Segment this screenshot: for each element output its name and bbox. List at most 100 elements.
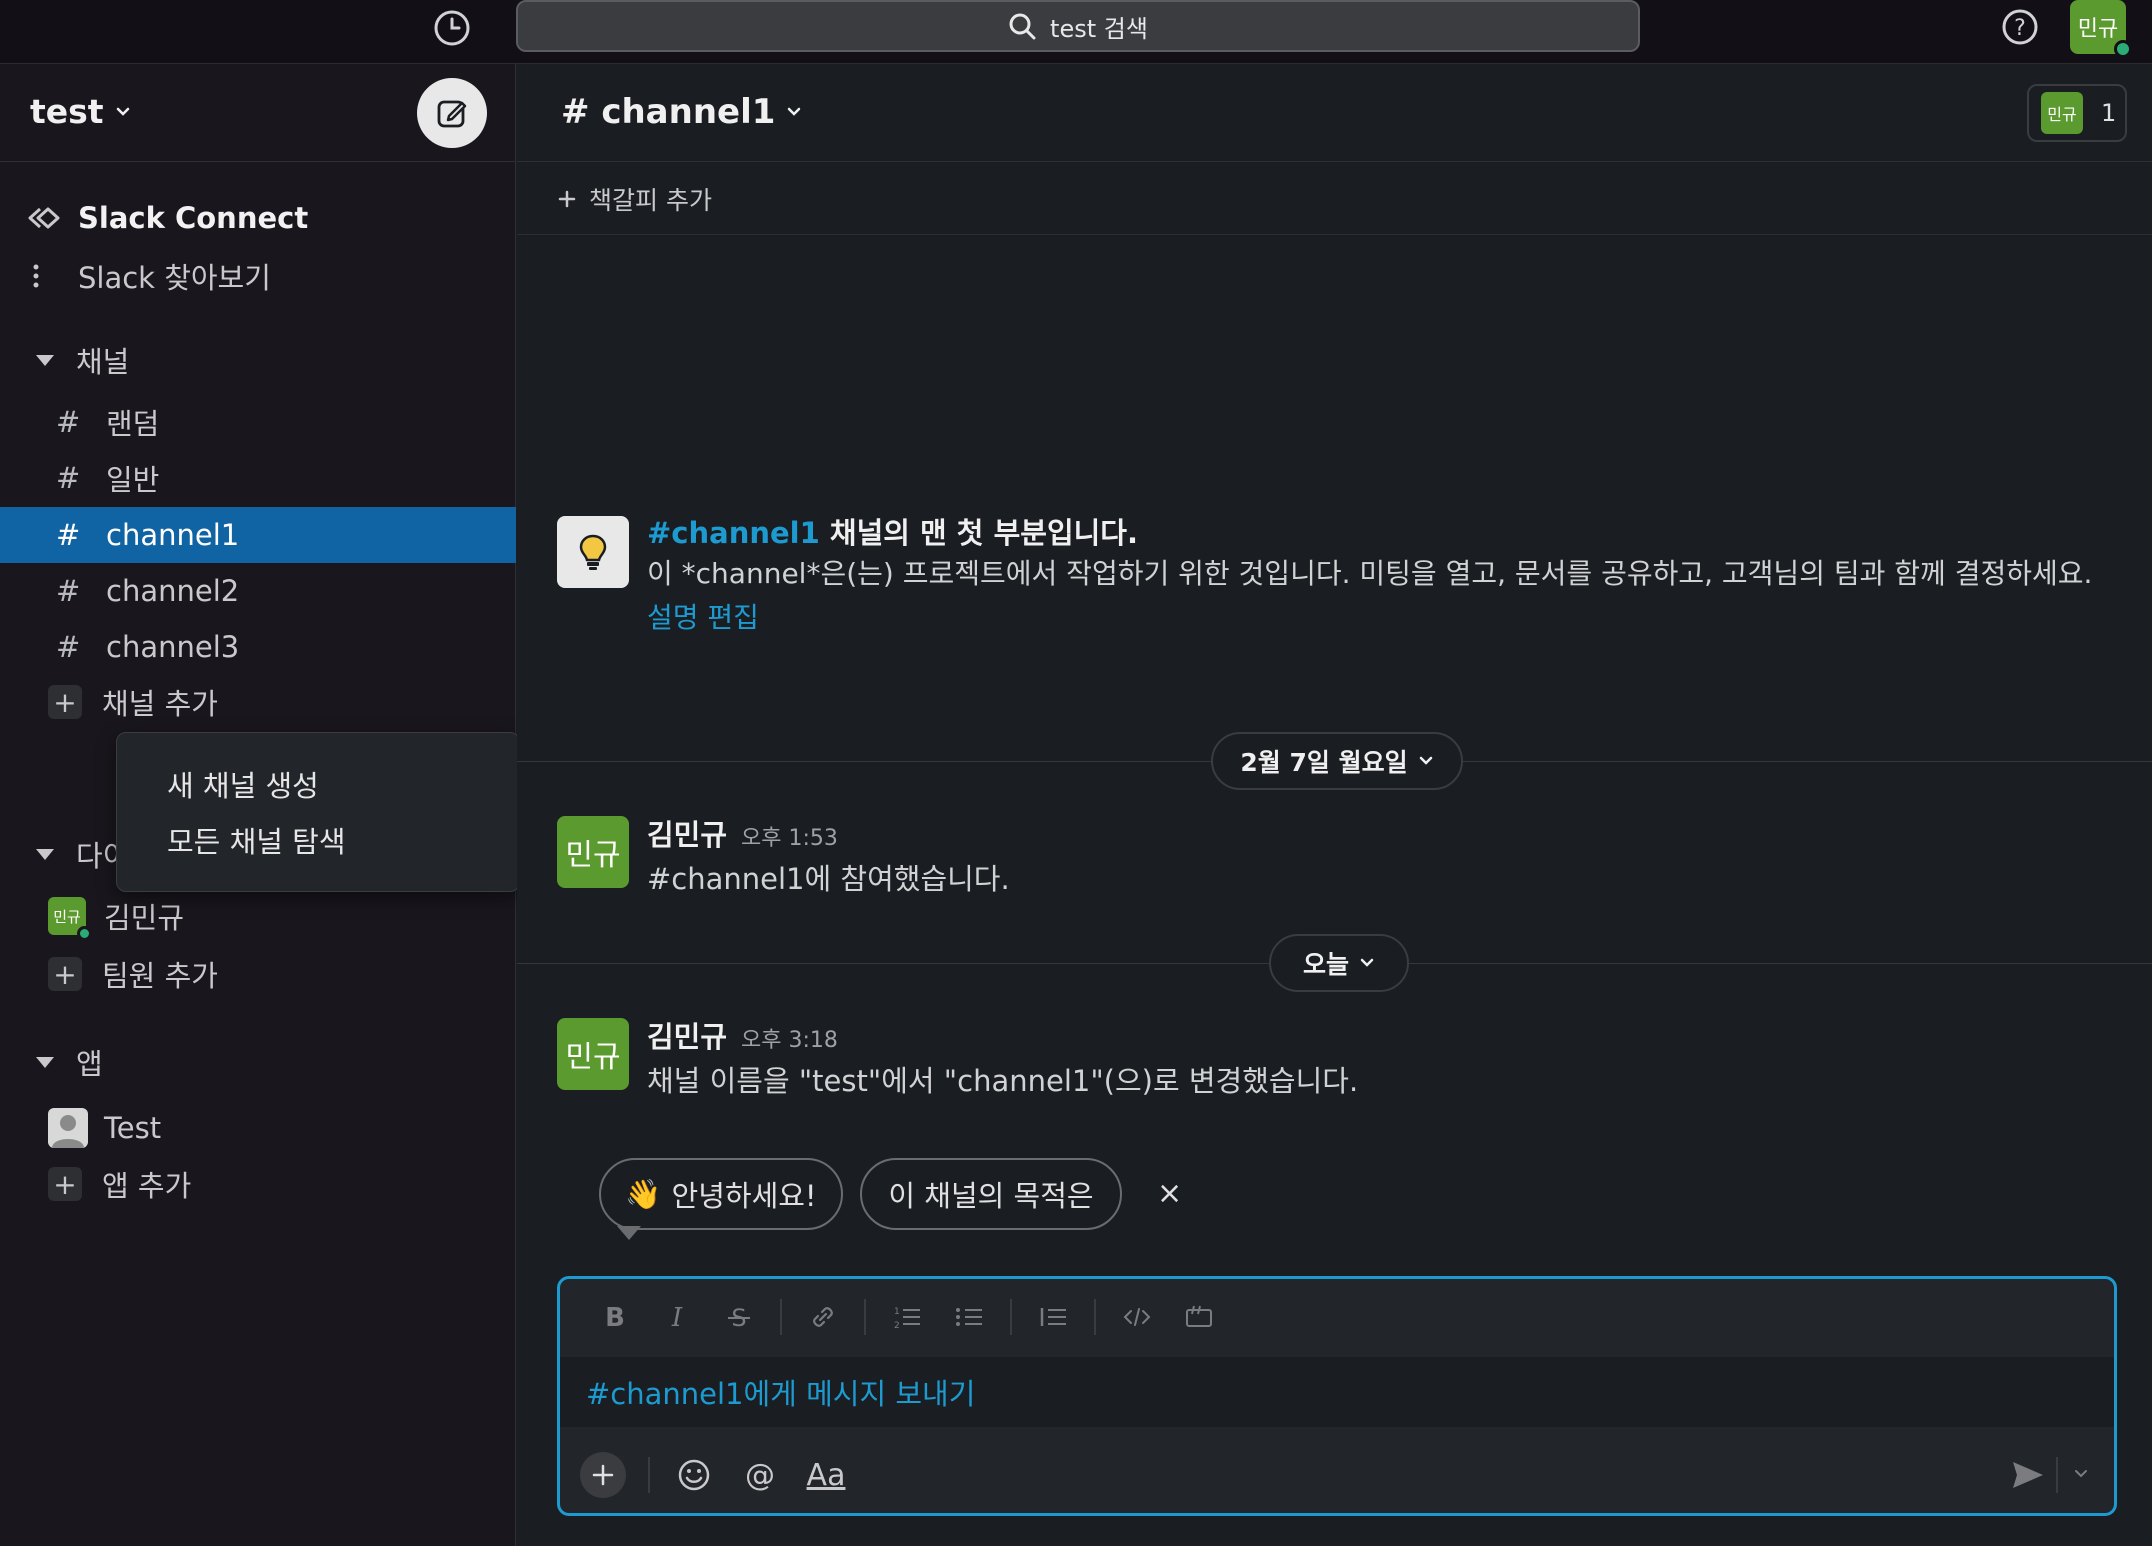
member-count: 1: [2101, 99, 2117, 127]
mention-button[interactable]: @: [738, 1453, 782, 1497]
send-icon: [2013, 1462, 2043, 1488]
sidebar-item-channel[interactable]: # channel2: [0, 563, 516, 619]
user-avatar[interactable]: 민규: [2070, 0, 2132, 58]
sidebar-item-app[interactable]: Test: [0, 1100, 516, 1156]
menu-item-browse-channels[interactable]: 모든 채널 탐색: [167, 819, 346, 861]
message-input-placeholder: #channel1에게 메시지 보내기: [586, 1377, 976, 1411]
attach-button[interactable]: [580, 1452, 626, 1498]
message-avatar[interactable]: 민규: [557, 816, 629, 888]
bold-button[interactable]: B: [584, 1304, 646, 1330]
slack-connect-icon: [26, 206, 78, 230]
at-sign-icon: @: [745, 1458, 775, 1492]
add-bookmark-label: 책갈피 추가: [589, 186, 712, 215]
message-timestamp[interactable]: 오후 1:53: [741, 826, 838, 851]
italic-button[interactable]: I: [646, 1304, 708, 1330]
emoji-button[interactable]: [672, 1453, 716, 1497]
code-button[interactable]: [1106, 1304, 1168, 1330]
sidebar-item-add-app[interactable]: + 앱 추가: [0, 1156, 516, 1212]
sidebar-item-channel[interactable]: # 랜덤: [0, 394, 516, 450]
add-bookmark-button[interactable]: 책갈피 추가: [557, 181, 712, 217]
help-button[interactable]: ?: [1998, 5, 2042, 49]
add-channel-label: 채널 추가: [102, 687, 218, 721]
sidebar-section-channels[interactable]: 채널: [0, 332, 516, 388]
suggestion-chip-purpose[interactable]: 이 채널의 목적은: [860, 1158, 1122, 1230]
message-author[interactable]: 김민규: [647, 1020, 727, 1054]
sidebar-item-add-channel[interactable]: + 채널 추가: [0, 674, 516, 730]
intro-description: 이 *channel*은(는) 프로젝트에서 작업하기 위한 것입니다. 미팅을…: [647, 552, 2117, 640]
avatar-initials: 민규: [53, 907, 81, 926]
channel-label: channel2: [106, 574, 240, 608]
date-pill-button[interactable]: 2월 7일 월요일: [1211, 732, 1463, 790]
workspace-menu[interactable]: test: [30, 92, 132, 131]
toolbar-divider: [1094, 1299, 1096, 1335]
code-block-button[interactable]: [1168, 1304, 1230, 1330]
chevron-down-icon: [116, 107, 129, 116]
link-button[interactable]: [792, 1303, 854, 1331]
more-vertical-icon: [26, 262, 78, 290]
sidebar-item-channel[interactable]: # 일반: [0, 450, 516, 506]
ordered-list-button[interactable]: 12: [876, 1304, 938, 1330]
sidebar-item-label: Slack 찾아보기: [78, 261, 271, 295]
send-button[interactable]: [2006, 1453, 2050, 1497]
message-timestamp[interactable]: 오후 3:18: [741, 1028, 838, 1053]
member-avatar: 민규: [2041, 92, 2083, 134]
app-label: Test: [104, 1111, 162, 1145]
channel-title-button[interactable]: # channel1: [561, 92, 803, 132]
svg-text:?: ?: [2014, 16, 2026, 41]
blockquote-button[interactable]: [1022, 1304, 1084, 1330]
edit-description-link[interactable]: 설명 편집: [647, 601, 759, 634]
strikethrough-button[interactable]: S: [708, 1304, 770, 1330]
toolbar-divider: [2056, 1457, 2058, 1493]
channel-label: channel3: [106, 630, 240, 664]
channel-link[interactable]: #channel1: [647, 516, 820, 550]
message-avatar[interactable]: 민규: [557, 1018, 629, 1090]
menu-item-create-channel[interactable]: 새 채널 생성: [167, 763, 319, 805]
members-button[interactable]: 민규 1: [2027, 84, 2127, 142]
sidebar-section-apps[interactable]: 앱: [0, 1034, 516, 1090]
channel-label: 일반: [106, 463, 160, 497]
sidebar-item-dm[interactable]: 민규 김민규: [0, 888, 516, 944]
avatar: 민규: [48, 897, 92, 941]
history-button[interactable]: [430, 6, 474, 50]
message-input[interactable]: #channel1에게 메시지 보내기: [560, 1357, 2114, 1427]
toolbar-divider: [864, 1299, 866, 1335]
bullet-list-button[interactable]: [938, 1304, 1000, 1330]
presence-indicator: [77, 926, 92, 941]
sidebar-item-slack-connect[interactable]: Slack Connect: [0, 190, 516, 246]
plus-icon: +: [48, 957, 82, 991]
message-author[interactable]: 김민규: [647, 818, 727, 852]
suggestion-chip-hello[interactable]: 👋 안녕하세요!: [599, 1158, 843, 1230]
help-icon: ?: [2002, 9, 2038, 45]
bookmark-bar: 책갈피 추가: [517, 163, 2152, 235]
channel-view: # channel1 민규 1 책갈피 추가 #channel1 채널의 맨 첫…: [517, 64, 2152, 1546]
caret-down-icon: [36, 354, 54, 366]
svg-text:I: I: [671, 1304, 683, 1330]
hash-icon: #: [56, 630, 81, 664]
sidebar-item-channel-active[interactable]: # channel1: [0, 507, 516, 563]
avatar-initials: 민규: [565, 1040, 621, 1075]
svg-text:1: 1: [894, 1307, 900, 1317]
lightbulb-icon: [557, 516, 629, 588]
toolbar-divider: [1010, 1299, 1012, 1335]
sidebar-item-browse-slack[interactable]: Slack 찾아보기: [0, 248, 516, 304]
plus-icon: +: [48, 1167, 82, 1201]
hash-icon: #: [56, 574, 81, 608]
plus-icon: +: [48, 685, 82, 719]
sidebar-item-channel[interactable]: # channel3: [0, 619, 516, 675]
date-pill-label: 오늘: [1302, 950, 1349, 979]
add-app-label: 앱 추가: [102, 1169, 192, 1203]
text-format-button[interactable]: Aa: [804, 1453, 848, 1497]
schedule-send-button[interactable]: [2066, 1459, 2096, 1489]
workspace-header: test: [0, 64, 516, 162]
compose-button[interactable]: [417, 78, 487, 148]
search-bar[interactable]: test 검색: [516, 0, 1640, 52]
date-pill-button[interactable]: 오늘: [1269, 934, 1409, 992]
close-suggestions-button[interactable]: ×: [1157, 1176, 1182, 1211]
bold-icon: B: [605, 1304, 625, 1330]
sidebar-item-add-member[interactable]: + 팀원 추가: [0, 946, 516, 1002]
compose-icon: [437, 100, 467, 128]
strikethrough-icon: S: [728, 1304, 750, 1330]
chip-label: 안녕하세요!: [671, 1179, 817, 1213]
message-text: #channel1에 참여했습니다.: [647, 862, 1010, 896]
link-icon: [813, 1307, 833, 1327]
